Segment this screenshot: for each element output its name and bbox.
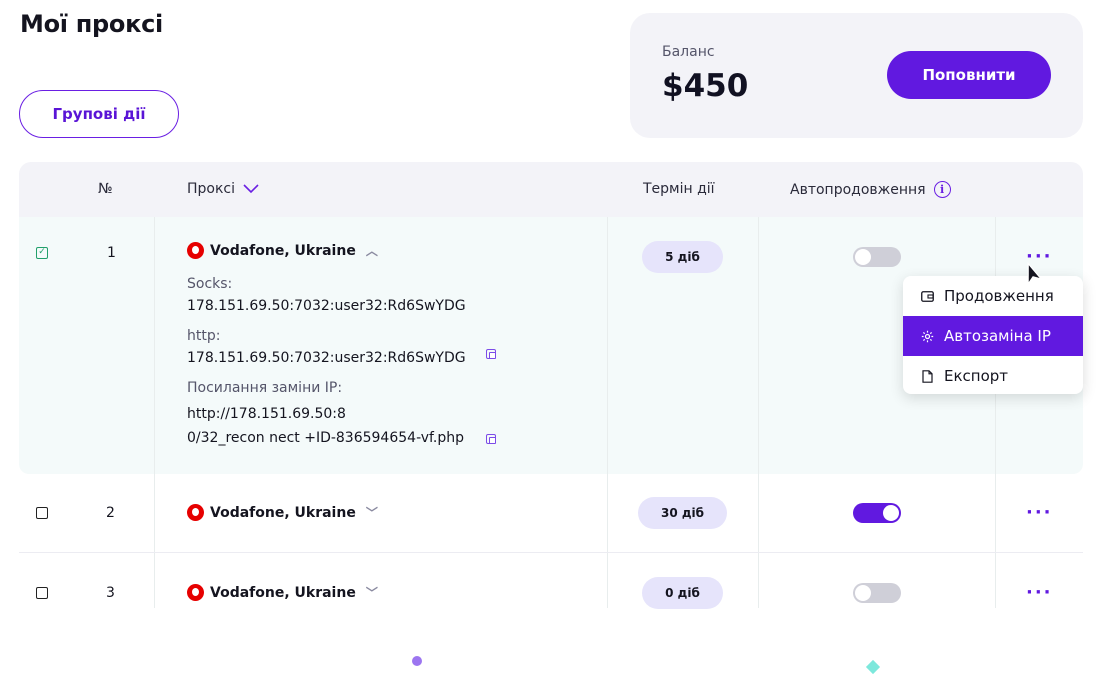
column-divider xyxy=(607,474,608,608)
vodafone-logo-icon xyxy=(187,584,204,601)
autorenew-toggle[interactable] xyxy=(853,247,901,267)
autorenew-toggle[interactable] xyxy=(853,503,901,523)
balance-card: Баланс $450 Поповнити xyxy=(630,13,1083,138)
column-proxy[interactable]: Проксі xyxy=(187,181,259,197)
chevron-down-icon[interactable] xyxy=(243,184,259,194)
info-icon[interactable]: i xyxy=(933,181,951,198)
term-badge: 5 діб xyxy=(642,241,723,273)
operator-name: Vodafone, Ukraine xyxy=(210,242,356,259)
column-autorenew: Автопродовження i xyxy=(790,181,951,198)
toggle-knob xyxy=(883,505,899,521)
row-number: 1 xyxy=(107,245,116,261)
vodafone-logo-icon xyxy=(187,242,204,259)
column-divider xyxy=(607,217,608,474)
operator-name: Vodafone, Ukraine xyxy=(210,504,356,521)
ip-change-label: Посилання заміни IP: xyxy=(187,380,343,396)
row-checkbox[interactable] xyxy=(36,587,48,599)
more-actions-button[interactable]: ··· xyxy=(1026,504,1053,522)
menu-item-label: Автозаміна IP xyxy=(944,327,1051,345)
balance-value: $450 xyxy=(662,68,749,104)
wallet-icon xyxy=(921,290,934,303)
mouse-cursor-icon xyxy=(1027,262,1042,286)
file-icon xyxy=(921,369,934,383)
row-number: 2 xyxy=(106,505,115,521)
operator-cell: Vodafone, Ukraine ︿ xyxy=(187,242,378,259)
gear-icon xyxy=(921,330,934,343)
row-number: 3 xyxy=(106,585,115,601)
menu-item-auto-ip-change[interactable]: Автозаміна IP xyxy=(903,316,1083,356)
socks-label: Socks: xyxy=(187,276,233,292)
context-menu: Продовження Автозаміна IP Експорт xyxy=(903,276,1083,394)
balance-label: Баланс xyxy=(662,44,715,60)
http-value: 178.151.69.50:7032:user32:Rd6SwYDG xyxy=(187,350,466,366)
chevron-up-icon[interactable]: ︿ xyxy=(366,242,378,259)
copy-icon[interactable] xyxy=(486,434,496,444)
more-actions-button[interactable]: ··· xyxy=(1026,248,1053,266)
chevron-down-icon[interactable]: ﹀ xyxy=(366,584,378,601)
operator-cell: Vodafone, Ukraine ﹀ xyxy=(187,504,378,521)
chevron-down-icon[interactable]: ﹀ xyxy=(366,504,378,521)
copy-icon[interactable] xyxy=(486,349,496,359)
column-divider xyxy=(154,474,155,608)
decorative-dot xyxy=(412,656,422,666)
term-badge: 0 діб xyxy=(642,577,723,609)
column-autorenew-label: Автопродовження xyxy=(790,181,926,198)
http-label: http: xyxy=(187,328,221,344)
group-actions-button[interactable]: Групові дії xyxy=(19,90,179,138)
menu-item-label: Експорт xyxy=(944,367,1009,385)
column-number-label: № xyxy=(98,181,113,197)
row-checkbox[interactable]: ✓ xyxy=(36,247,48,259)
operator-cell: Vodafone, Ukraine ﹀ xyxy=(187,584,378,601)
column-divider xyxy=(758,474,759,608)
column-number: № xyxy=(98,181,113,197)
toggle-knob xyxy=(855,585,871,601)
ip-change-link-line1: http://178.151.69.50:8 xyxy=(187,406,346,422)
operator-name: Vodafone, Ukraine xyxy=(210,584,356,601)
column-divider xyxy=(758,217,759,474)
row-divider xyxy=(19,552,1083,553)
socks-value: 178.151.69.50:7032:user32:Rd6SwYDG xyxy=(187,298,466,314)
toggle-knob xyxy=(855,249,871,265)
column-divider xyxy=(154,217,155,474)
row-checkbox[interactable] xyxy=(36,507,48,519)
topup-button[interactable]: Поповнити xyxy=(887,51,1051,99)
column-proxy-label: Проксі xyxy=(187,181,236,197)
column-term: Термін дії xyxy=(643,181,715,197)
column-term-label: Термін дії xyxy=(643,181,715,197)
column-divider xyxy=(995,474,996,608)
table-header: № Проксі Термін дії Автопродовження i xyxy=(19,162,1083,217)
autorenew-toggle[interactable] xyxy=(853,583,901,603)
ip-change-link-line2: 0/32_recon nect +ID-836594654-vf.php xyxy=(187,430,465,446)
decorative-diamond xyxy=(865,659,881,675)
page-title: Мої проксі xyxy=(20,10,163,38)
menu-item-renewal[interactable]: Продовження xyxy=(903,276,1083,316)
menu-item-export[interactable]: Експорт xyxy=(903,356,1083,394)
term-badge: 30 діб xyxy=(638,497,727,529)
menu-item-label: Продовження xyxy=(944,287,1054,305)
more-actions-button[interactable]: ··· xyxy=(1026,584,1053,602)
vodafone-logo-icon xyxy=(187,504,204,521)
